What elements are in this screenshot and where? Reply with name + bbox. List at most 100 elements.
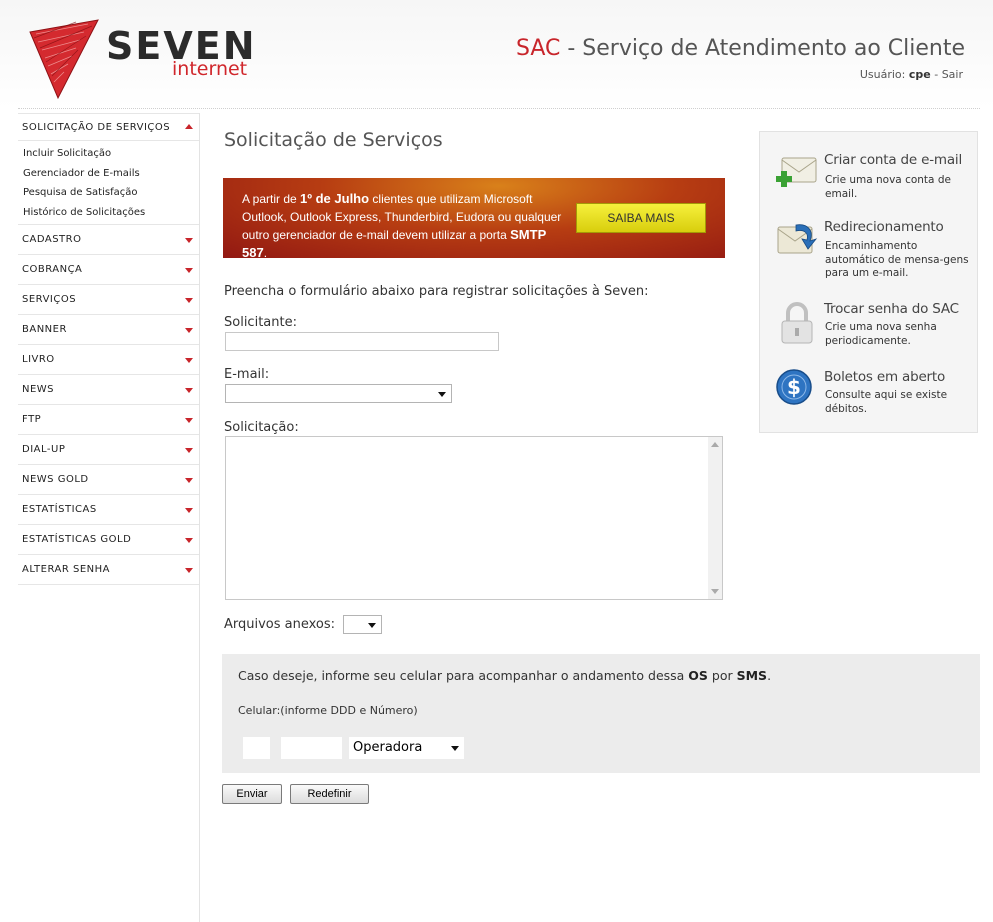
sidebar-section-servicos[interactable]: SERVIÇOS [18,285,199,315]
scroll-up-icon[interactable] [711,442,719,447]
sidebar-submenu: Incluir Solicitação Gerenciador de E-mai… [18,141,199,225]
quick-action-title: Trocar senha do SAC [824,301,959,317]
email-label: E-mail: [224,367,270,382]
chevron-down-icon [451,746,459,751]
quick-actions-panel: Criar conta de e-mail Crie uma nova cont… [759,131,978,433]
logout-link[interactable]: Sair [942,68,963,81]
sac-title: SAC [515,36,561,61]
smtp-notice-banner: A partir de 1º de Julho clientes que uti… [223,178,725,260]
collapse-arrow-icon [185,124,193,129]
expand-arrow-icon [185,238,193,243]
sidebar-section-livro[interactable]: LIVRO [18,345,199,375]
email-select[interactable] [225,384,452,403]
user-separator: - [934,68,939,81]
sidebar-section-label: SERVIÇOS [22,294,77,305]
banner-date: 1º de Julho [300,191,370,206]
quick-action-title: Criar conta de e-mail [824,152,963,168]
saiba-mais-button[interactable]: SAIBA MAIS [576,203,706,233]
anexos-select[interactable] [343,615,382,634]
page-title: Solicitação de Serviços [224,129,443,151]
expand-arrow-icon [185,328,193,333]
expand-arrow-icon [185,508,193,513]
textarea-scrollbar[interactable] [708,437,722,599]
page-header: SEVEN internet SAC - Serviço de Atendime… [0,0,993,108]
solicitante-input[interactable] [225,332,499,351]
sms-sms: SMS [736,668,768,683]
logo-subtext: internet [172,58,248,80]
celular-number-input[interactable] [281,737,342,759]
sms-section: Caso deseje, informe seu celular para ac… [222,654,980,773]
sac-title-rest: - Serviço de Atendimento ao Cliente [560,36,965,61]
quick-action-desc: Consulte aqui se existe débitos. [825,389,948,415]
quick-action-desc: Crie uma nova senha periodicamente. [825,321,937,347]
sidebar-section-estatisticas-gold[interactable]: ESTATÍSTICAS GOLD [18,525,199,555]
sms-info-text: Caso deseje, informe seu celular para ac… [238,668,771,683]
sidebar-section-news[interactable]: NEWS [18,375,199,405]
new-mail-icon [776,157,817,187]
sidebar-section-cadastro[interactable]: CADASTRO [18,225,199,255]
header-divider [18,108,980,109]
banner-text-part: . [263,246,268,260]
sidebar-section-label: NEWS GOLD [22,474,89,485]
expand-arrow-icon [185,298,193,303]
sidebar-item-pesquisa-satisfacao[interactable]: Pesquisa de Satisfação [18,183,199,203]
sidebar-section-label: COBRANÇA [22,264,83,275]
expand-arrow-icon [185,448,193,453]
sidebar-section-label: DIAL-UP [22,444,66,455]
ddd-input[interactable] [243,737,270,759]
sms-os: OS [688,668,708,683]
sidebar: SOLICITAÇÃO DE SERVIÇOS Incluir Solicita… [18,113,200,922]
sms-text-part: Caso deseje, informe seu celular para ac… [238,668,689,683]
sms-text-part: . [767,668,772,683]
solicitacao-textarea[interactable] [225,436,723,600]
quick-action-title: Boletos em aberto [824,369,946,385]
svg-text:$: $ [787,375,801,399]
sidebar-section-estatisticas[interactable]: ESTATÍSTICAS [18,495,199,525]
form-intro: Preencha o formulário abaixo para regist… [224,284,649,299]
operadora-select[interactable]: Operadora [349,737,464,759]
celular-label: Celular:(informe DDD e Número) [238,704,418,717]
quick-action-criar-conta[interactable]: Criar conta de e-mail Crie uma nova cont… [760,152,979,202]
sidebar-section-solicitacao[interactable]: SOLICITAÇÃO DE SERVIÇOS [18,113,199,141]
scroll-down-icon[interactable] [711,589,719,594]
sidebar-section-dialup[interactable]: DIAL-UP [18,435,199,465]
dollar-icon: $ [776,369,812,405]
chevron-down-icon [438,391,446,397]
sidebar-section-alterar-senha[interactable]: ALTERAR SENHA [18,555,199,585]
banner-text-part: A partir de [242,192,301,206]
sidebar-item-historico[interactable]: Histórico de Solicitações [18,203,199,223]
sidebar-item-gerenciador-emails[interactable]: Gerenciador de E-mails [18,164,199,184]
sidebar-section-banner[interactable]: BANNER [18,315,199,345]
expand-arrow-icon [185,388,193,393]
quick-action-desc: Crie uma nova conta de email. [825,174,951,200]
sidebar-section-label: NEWS [22,384,55,395]
sidebar-section-cobranca[interactable]: COBRANÇA [18,255,199,285]
expand-arrow-icon [185,358,193,363]
solicitacao-label: Solicitação: [224,420,299,435]
expand-arrow-icon [185,538,193,543]
anexos-label: Arquivos anexos: [224,617,336,632]
sidebar-section-news-gold[interactable]: NEWS GOLD [18,465,199,495]
quick-action-boletos[interactable]: $ Boletos em aberto Consulte aqui se exi… [760,369,979,419]
chevron-down-icon [368,622,376,628]
sidebar-section-label: FTP [22,414,42,425]
reset-button[interactable]: Redefinir [290,784,369,804]
sidebar-section-label: SOLICITAÇÃO DE SERVIÇOS [22,121,171,133]
submit-button[interactable]: Enviar [222,784,282,804]
lock-icon [781,302,813,344]
user-info: Usuário: cpe - Sair [860,68,963,81]
quick-action-desc: Encaminhamento automático de mensa-gens … [825,240,969,279]
expand-arrow-icon [185,418,193,423]
quick-action-trocar-senha[interactable]: Trocar senha do SAC Crie uma nova senha … [760,301,979,351]
sidebar-item-incluir-solicitacao[interactable]: Incluir Solicitação [18,144,199,164]
quick-action-redirecionamento[interactable]: Redirecionamento Encaminhamento automáti… [760,219,979,289]
banner-text: A partir de 1º de Julho clientes que uti… [242,190,572,262]
sidebar-section-ftp[interactable]: FTP [18,405,199,435]
sidebar-section-label: BANNER [22,324,67,335]
sms-text-part: por [707,668,737,683]
sidebar-section-label: ESTATÍSTICAS [22,504,97,515]
expand-arrow-icon [185,568,193,573]
expand-arrow-icon [185,478,193,483]
sidebar-section-label: ESTATÍSTICAS GOLD [22,534,132,545]
sidebar-section-label: LIVRO [22,354,55,365]
